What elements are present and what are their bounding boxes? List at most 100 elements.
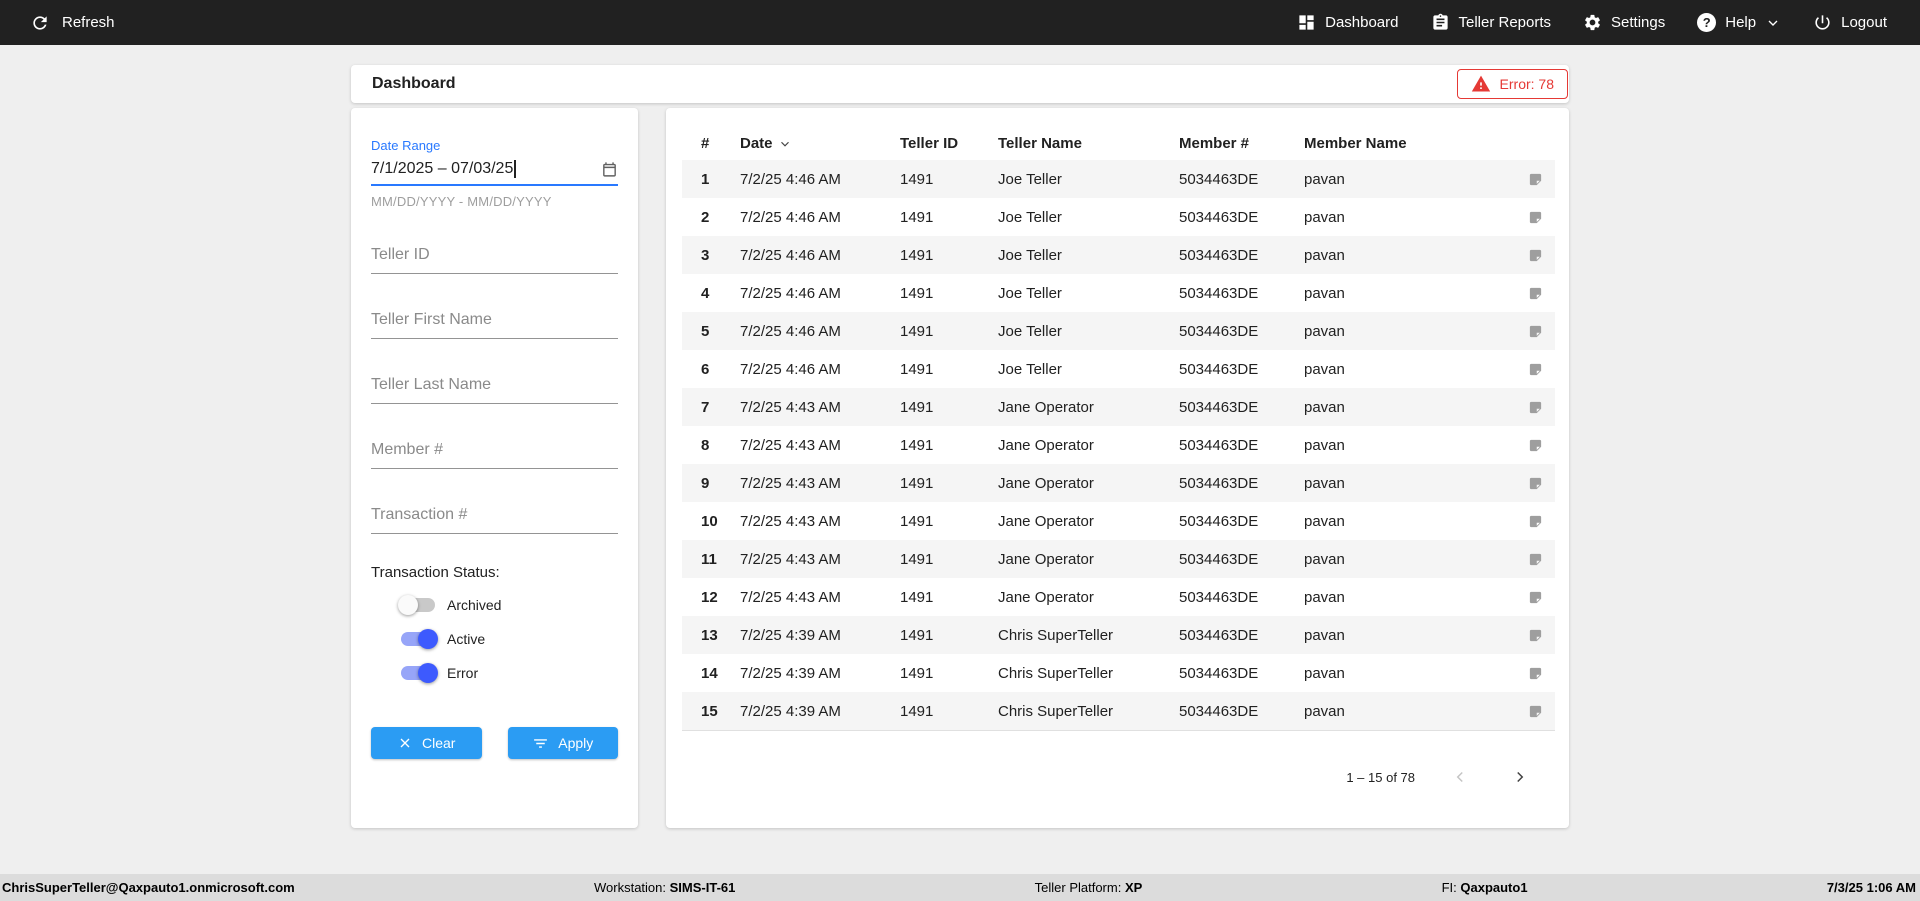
cell-member-num: 5034463DE xyxy=(1179,208,1259,226)
cell-row-number: 6 xyxy=(701,360,710,378)
fi-value: Qaxpauto1 xyxy=(1460,880,1528,895)
footer-workstation: Workstation: SIMS-IT-61 xyxy=(594,880,735,895)
col-teller-id[interactable]: Teller ID xyxy=(900,135,998,152)
table-row[interactable]: 4 7/2/25 4:46 AM 1491 Joe Teller 5034463… xyxy=(682,274,1555,312)
note-icon[interactable] xyxy=(1499,362,1543,377)
error-toggle[interactable] xyxy=(401,663,438,683)
cell-row-number: 9 xyxy=(701,474,710,492)
cell-member-num: 5034463DE xyxy=(1179,284,1259,302)
table-row[interactable]: 2 7/2/25 4:46 AM 1491 Joe Teller 5034463… xyxy=(682,198,1555,236)
error-badge[interactable]: Error: 78 xyxy=(1456,69,1568,99)
dashboard-header-card: Dashboard Error: 78 xyxy=(351,65,1569,103)
status-footer: ChrisSuperTeller@Qaxpauto1.onmicrosoft.c… xyxy=(0,874,1920,901)
active-toggle-label: Active xyxy=(447,631,486,647)
table-row[interactable]: 7 7/2/25 4:43 AM 1491 Jane Operator 5034… xyxy=(682,388,1555,426)
date-range-value[interactable]: 7/1/2025 – 07/03/25 xyxy=(371,160,513,178)
table-row[interactable]: 14 7/2/25 4:39 AM 1491 Chris SuperTeller… xyxy=(682,654,1555,692)
table-row[interactable]: 5 7/2/25 4:46 AM 1491 Joe Teller 5034463… xyxy=(682,312,1555,350)
chevron-right-icon xyxy=(1511,768,1529,786)
cell-member-name: pavan xyxy=(1304,284,1345,302)
table-row[interactable]: 6 7/2/25 4:46 AM 1491 Joe Teller 5034463… xyxy=(682,350,1555,388)
note-icon[interactable] xyxy=(1499,210,1543,225)
calendar-icon[interactable] xyxy=(601,161,618,178)
nav-teller-reports[interactable]: Teller Reports xyxy=(1431,13,1551,32)
chevron-left-icon xyxy=(1451,768,1469,786)
table-header: # Date Teller ID Teller Name Member # Me… xyxy=(682,127,1555,160)
col-member-name[interactable]: Member Name xyxy=(1304,135,1499,152)
cell-member-name: pavan xyxy=(1304,360,1345,378)
table-row[interactable]: 9 7/2/25 4:43 AM 1491 Jane Operator 5034… xyxy=(682,464,1555,502)
table-row[interactable]: 1 7/2/25 4:46 AM 1491 Joe Teller 5034463… xyxy=(682,160,1555,198)
workstation-value: SIMS-IT-61 xyxy=(669,880,736,895)
main-content: Dashboard Error: 78 Date Range 7/1/2025 … xyxy=(0,65,1920,894)
teller-id-field[interactable]: Teller ID xyxy=(371,246,618,274)
help-icon xyxy=(1697,13,1717,32)
cell-teller-id: 1491 xyxy=(900,170,934,188)
cell-teller-name: Jane Operator xyxy=(998,588,1094,606)
table-row[interactable]: 11 7/2/25 4:43 AM 1491 Jane Operator 503… xyxy=(682,540,1555,578)
col-date[interactable]: Date xyxy=(740,135,900,152)
col-member-num[interactable]: Member # xyxy=(1179,135,1304,152)
note-icon[interactable] xyxy=(1499,248,1543,263)
refresh-icon xyxy=(30,13,50,33)
clear-button[interactable]: Clear xyxy=(371,727,482,759)
note-icon[interactable] xyxy=(1499,438,1543,453)
note-icon[interactable] xyxy=(1499,704,1543,719)
cell-member-num: 5034463DE xyxy=(1179,322,1259,340)
page-title: Dashboard xyxy=(372,75,456,92)
cell-teller-name: Joe Teller xyxy=(998,208,1062,226)
cell-member-num: 5034463DE xyxy=(1179,170,1259,188)
table-row[interactable]: 12 7/2/25 4:43 AM 1491 Jane Operator 503… xyxy=(682,578,1555,616)
refresh-button[interactable]: Refresh xyxy=(30,13,115,33)
col-num[interactable]: # xyxy=(701,135,740,152)
member-number-field[interactable]: Member # xyxy=(371,441,618,469)
table-panel: # Date Teller ID Teller Name Member # Me… xyxy=(666,108,1569,828)
table-row[interactable]: 15 7/2/25 4:39 AM 1491 Chris SuperTeller… xyxy=(682,692,1555,730)
note-icon[interactable] xyxy=(1499,400,1543,415)
nav-logout[interactable]: Logout xyxy=(1813,13,1887,32)
table-row[interactable]: 10 7/2/25 4:43 AM 1491 Jane Operator 503… xyxy=(682,502,1555,540)
filter-panel: Date Range 7/1/2025 – 07/03/25 MM/DD/YYY… xyxy=(351,108,638,828)
cell-teller-name: Jane Operator xyxy=(998,550,1094,568)
col-teller-name[interactable]: Teller Name xyxy=(998,135,1179,152)
note-icon[interactable] xyxy=(1499,552,1543,567)
table-row[interactable]: 3 7/2/25 4:46 AM 1491 Joe Teller 5034463… xyxy=(682,236,1555,274)
nav-settings-label: Settings xyxy=(1611,14,1666,31)
cell-row-number: 14 xyxy=(701,664,718,682)
table-row[interactable]: 13 7/2/25 4:39 AM 1491 Chris SuperTeller… xyxy=(682,616,1555,654)
footer-fi: FI: Qaxpauto1 xyxy=(1442,880,1528,895)
archived-toggle[interactable] xyxy=(398,595,435,615)
teller-last-name-field[interactable]: Teller Last Name xyxy=(371,376,618,404)
note-icon[interactable] xyxy=(1499,514,1543,529)
cell-row-number: 13 xyxy=(701,626,718,644)
prev-page-button[interactable] xyxy=(1445,762,1475,792)
date-range-field[interactable]: Date Range 7/1/2025 – 07/03/25 MM/DD/YYY… xyxy=(371,138,618,209)
apply-button[interactable]: Apply xyxy=(507,727,618,759)
note-icon[interactable] xyxy=(1499,628,1543,643)
next-page-button[interactable] xyxy=(1505,762,1535,792)
cell-member-name: pavan xyxy=(1304,208,1345,226)
note-icon[interactable] xyxy=(1499,666,1543,681)
nav-dashboard[interactable]: Dashboard xyxy=(1297,13,1399,32)
note-icon[interactable] xyxy=(1499,286,1543,301)
cell-teller-id: 1491 xyxy=(900,246,934,264)
transaction-number-field[interactable]: Transaction # xyxy=(371,506,618,534)
nav-settings[interactable]: Settings xyxy=(1583,13,1665,32)
footer-user: ChrisSuperTeller@Qaxpauto1.onmicrosoft.c… xyxy=(2,880,295,895)
nav-help-label: Help xyxy=(1725,14,1757,31)
nav-help[interactable]: Help xyxy=(1697,13,1781,32)
cell-row-number: 11 xyxy=(701,550,717,568)
note-icon[interactable] xyxy=(1499,476,1543,491)
note-icon[interactable] xyxy=(1499,590,1543,605)
active-toggle[interactable] xyxy=(401,629,438,649)
note-icon[interactable] xyxy=(1499,324,1543,339)
cell-teller-id: 1491 xyxy=(900,208,934,226)
cell-row-number: 15 xyxy=(701,702,718,720)
table-row[interactable]: 8 7/2/25 4:43 AM 1491 Jane Operator 5034… xyxy=(682,426,1555,464)
cell-teller-name: Chris SuperTeller xyxy=(998,664,1114,682)
cell-member-name: pavan xyxy=(1304,512,1345,530)
teller-first-name-field[interactable]: Teller First Name xyxy=(371,311,618,339)
fi-label: FI: xyxy=(1441,880,1457,895)
cell-row-number: 3 xyxy=(701,246,710,264)
note-icon[interactable] xyxy=(1499,172,1543,187)
